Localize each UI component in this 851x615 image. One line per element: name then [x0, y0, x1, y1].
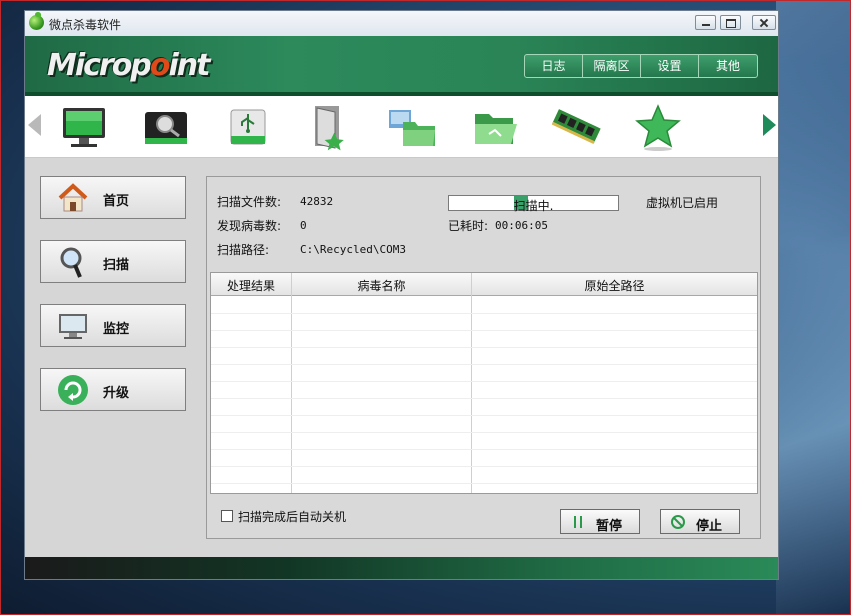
pause-button[interactable]: 暂停	[560, 509, 640, 534]
logo-text-dot: o	[149, 48, 171, 83]
top-nav: 日志 隔离区 设置 其他	[524, 54, 758, 78]
open-folder-icon[interactable]	[467, 100, 521, 154]
elapsed-value: 00:06:05	[495, 219, 548, 232]
table-row	[211, 398, 757, 399]
sidebar-label: 扫描	[103, 258, 130, 273]
scroll-right-arrow-icon[interactable]	[763, 114, 776, 136]
minimize-button[interactable]	[695, 15, 716, 30]
sidebar-label: 升级	[103, 386, 130, 401]
table-row	[211, 483, 757, 484]
app-logo-icon	[29, 12, 44, 30]
col-result[interactable]: 处理结果	[211, 277, 291, 294]
network-folder-icon[interactable]	[385, 100, 439, 154]
star-icon[interactable]	[631, 100, 685, 154]
pause-icon	[574, 516, 582, 528]
table-row	[211, 432, 757, 433]
sidebar-label: 监控	[103, 322, 130, 337]
memory-chip-icon[interactable]	[549, 100, 603, 154]
sidebar-label: 首页	[103, 194, 130, 209]
close-button[interactable]	[752, 15, 776, 30]
nav-settings[interactable]: 设置	[641, 55, 699, 77]
nav-quarantine[interactable]: 隔离区	[583, 55, 641, 77]
usb-drive-icon[interactable]	[221, 100, 275, 154]
monitor-icon	[59, 314, 87, 339]
stop-icon	[671, 515, 685, 529]
app-window: 微点杀毒软件 Micropoint 日志 隔离区 设置 其他 首页 扫描 监控 …	[24, 10, 779, 580]
table-row	[211, 313, 757, 314]
title-bar[interactable]: 微点杀毒软件	[25, 11, 778, 37]
table-row	[211, 347, 757, 348]
sidebar-item-monitor[interactable]: 监控	[40, 304, 186, 347]
table-row	[211, 415, 757, 416]
logo-text-left: Microp	[47, 48, 152, 83]
footer-bar	[25, 557, 778, 579]
scan-path-label: 扫描路径:	[217, 243, 270, 257]
column-divider	[471, 273, 472, 493]
stop-label: 停止	[696, 519, 723, 534]
tool-icon-bar	[25, 96, 778, 158]
table-row	[211, 466, 757, 467]
header-banner: Micropoint 日志 隔离区 设置 其他	[25, 36, 778, 96]
table-row	[211, 364, 757, 365]
scan-progress-bar: 扫描中.	[448, 195, 619, 213]
sidebar-item-home[interactable]: 首页	[40, 176, 186, 219]
nav-other[interactable]: 其他	[699, 55, 757, 77]
vm-status: 虚拟机已启用	[646, 196, 719, 210]
scroll-left-arrow-icon[interactable]	[28, 114, 41, 136]
auto-shutdown-label: 扫描完成后自动关机	[238, 510, 347, 524]
column-divider	[291, 273, 292, 493]
table-row	[211, 381, 757, 382]
table-row	[211, 330, 757, 331]
files-scanned-label: 扫描文件数:	[217, 195, 282, 209]
refresh-icon	[58, 375, 88, 405]
files-scanned-value: 42832	[300, 195, 334, 208]
stop-button[interactable]: 停止	[660, 509, 740, 534]
minimize-icon	[696, 16, 715, 29]
logo-text-right: int	[168, 48, 210, 83]
results-table: 处理结果 病毒名称 原始全路径	[210, 272, 758, 494]
sidebar-item-update[interactable]: 升级	[40, 368, 186, 411]
sidebar-item-scan[interactable]: 扫描	[40, 240, 186, 283]
viruses-found-value: 0	[300, 219, 307, 232]
monitor-icon[interactable]	[57, 100, 111, 154]
scan-panel: 扫描文件数: 42832 发现病毒数: 0 扫描路径: C:\Recycled\…	[206, 176, 761, 539]
close-icon	[753, 16, 775, 29]
elapsed-label: 已耗时:	[448, 219, 489, 233]
door-exit-icon[interactable]	[303, 100, 357, 154]
nav-log[interactable]: 日志	[525, 55, 583, 77]
maximize-button[interactable]	[720, 15, 741, 30]
home-icon	[58, 183, 88, 212]
brand-logo: Micropoint	[47, 48, 210, 83]
table-row	[211, 449, 757, 450]
progress-text: 扫描中.	[513, 199, 554, 213]
maximize-icon	[721, 16, 740, 29]
pause-label: 暂停	[596, 519, 623, 534]
desktop-wallpaper	[776, 0, 851, 615]
window-title: 微点杀毒软件	[49, 18, 122, 32]
auto-shutdown-checkbox[interactable]	[221, 510, 233, 522]
scan-path-value: C:\Recycled\COM3	[300, 243, 406, 256]
magnifier-icon	[60, 247, 82, 278]
disk-search-icon[interactable]	[139, 100, 193, 154]
col-full-path[interactable]: 原始全路径	[472, 277, 757, 294]
col-virus-name[interactable]: 病毒名称	[292, 277, 471, 294]
table-header: 处理结果 病毒名称 原始全路径	[211, 273, 757, 296]
viruses-found-label: 发现病毒数:	[217, 219, 282, 233]
